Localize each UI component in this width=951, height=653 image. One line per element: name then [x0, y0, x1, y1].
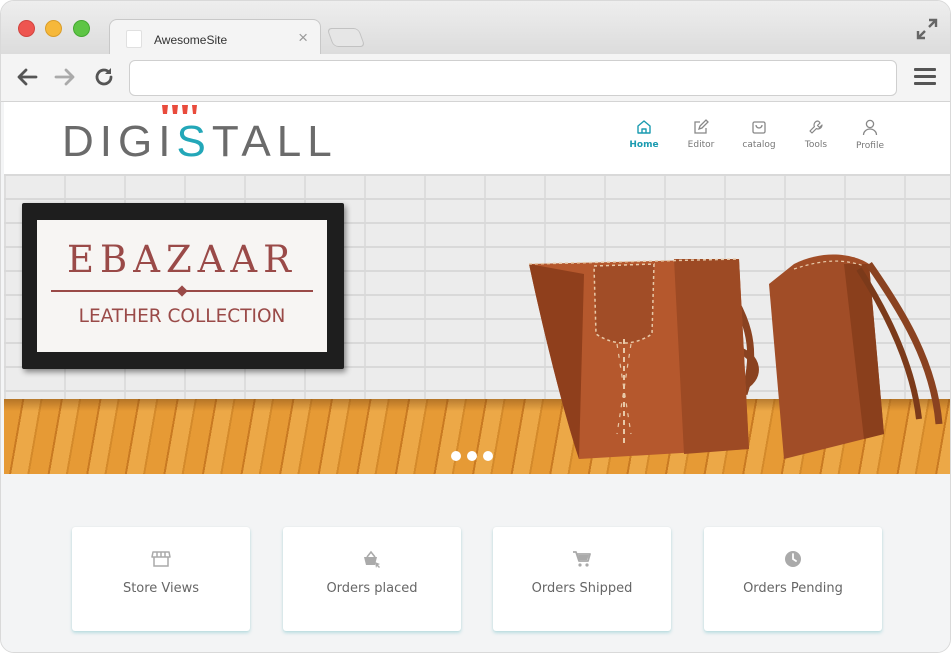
site-header: DIGISTALL Home Editor catalog Tools Prof… [4, 102, 950, 174]
banner-title: EBAZAAR [67, 238, 297, 281]
nav-label-tools: Tools [804, 140, 828, 150]
close-window-button[interactable] [18, 20, 35, 37]
page-icon [126, 30, 142, 48]
edit-icon [694, 119, 709, 134]
nav-item-editor[interactable]: Editor [671, 119, 731, 150]
browser-tab[interactable]: AwesomeSite × [109, 19, 321, 55]
clock-icon [785, 551, 801, 567]
carousel-dot[interactable] [483, 451, 493, 461]
card-label: Orders Pending [743, 581, 843, 596]
tab-close-button[interactable]: × [298, 28, 308, 48]
site-logo[interactable]: DIGISTALL [62, 120, 338, 164]
nav-label-editor: Editor [687, 140, 715, 150]
home-icon [637, 120, 651, 134]
new-tab-button[interactable] [326, 28, 366, 47]
fullscreen-icon[interactable] [916, 18, 938, 40]
orders-placed-icon [364, 550, 380, 568]
card-icon-wrap [493, 550, 671, 570]
hero-carousel[interactable]: EBAZAAR LEATHER COLLECTION [4, 174, 950, 474]
logo-text-accent: S [176, 117, 212, 166]
back-arrow-icon[interactable] [15, 65, 39, 89]
logo-text-left: DIGI [62, 117, 177, 166]
card-orders-placed[interactable]: Orders placed [283, 527, 461, 631]
banner-sign-panel: EBAZAAR LEATHER COLLECTION [37, 220, 327, 352]
banner-sign: EBAZAAR LEATHER COLLECTION [22, 203, 344, 369]
browser-window: AwesomeSite × DIGISTALL Home Editor cata… [0, 0, 951, 653]
forward-arrow-icon[interactable] [53, 65, 77, 89]
banner-divider-diamond [176, 285, 188, 297]
card-orders-shipped[interactable]: Orders Shipped [493, 527, 671, 631]
nav-label-catalog: catalog [742, 140, 776, 150]
leather-bags-image [528, 254, 943, 459]
nav-item-tools[interactable]: Tools [786, 119, 846, 150]
card-label: Orders Shipped [531, 581, 633, 596]
browser-menu-icon[interactable] [914, 68, 936, 88]
cart-icon [573, 551, 591, 567]
card-store-views[interactable]: Store Views [72, 527, 250, 631]
address-bar[interactable] [129, 60, 897, 96]
nav-item-profile[interactable]: Profile [840, 119, 900, 151]
card-label: Store Views [122, 581, 200, 596]
wrench-icon [809, 120, 823, 134]
nav-item-catalog[interactable]: catalog [729, 119, 789, 150]
awning-icon [162, 105, 197, 114]
card-icon-wrap [283, 550, 461, 570]
minimize-window-button[interactable] [45, 20, 62, 37]
card-icon-wrap [704, 550, 882, 570]
banner-subtitle: LEATHER COLLECTION [78, 306, 286, 327]
carousel-indicators [451, 451, 501, 461]
browser-toolbar [1, 54, 950, 102]
carousel-dot[interactable] [467, 451, 477, 461]
tab-title: AwesomeSite [154, 33, 228, 47]
maximize-window-button[interactable] [73, 20, 90, 37]
nav-item-home[interactable]: Home [614, 119, 674, 150]
card-orders-pending[interactable]: Orders Pending [704, 527, 882, 631]
card-icon-wrap [72, 550, 250, 570]
card-label: Orders placed [326, 581, 418, 596]
logo-text-right: TALL [211, 117, 338, 166]
dashboard-cards: Store Views Orders placed Orders Shipped… [1, 474, 950, 652]
bag-icon [752, 121, 766, 134]
user-icon [862, 119, 878, 136]
title-bar: AwesomeSite × [1, 1, 950, 55]
store-icon [151, 551, 171, 567]
reload-icon[interactable] [92, 65, 116, 89]
carousel-dot[interactable] [451, 451, 461, 461]
nav-label-profile: Profile [856, 141, 884, 151]
nav-label-home: Home [629, 140, 659, 150]
